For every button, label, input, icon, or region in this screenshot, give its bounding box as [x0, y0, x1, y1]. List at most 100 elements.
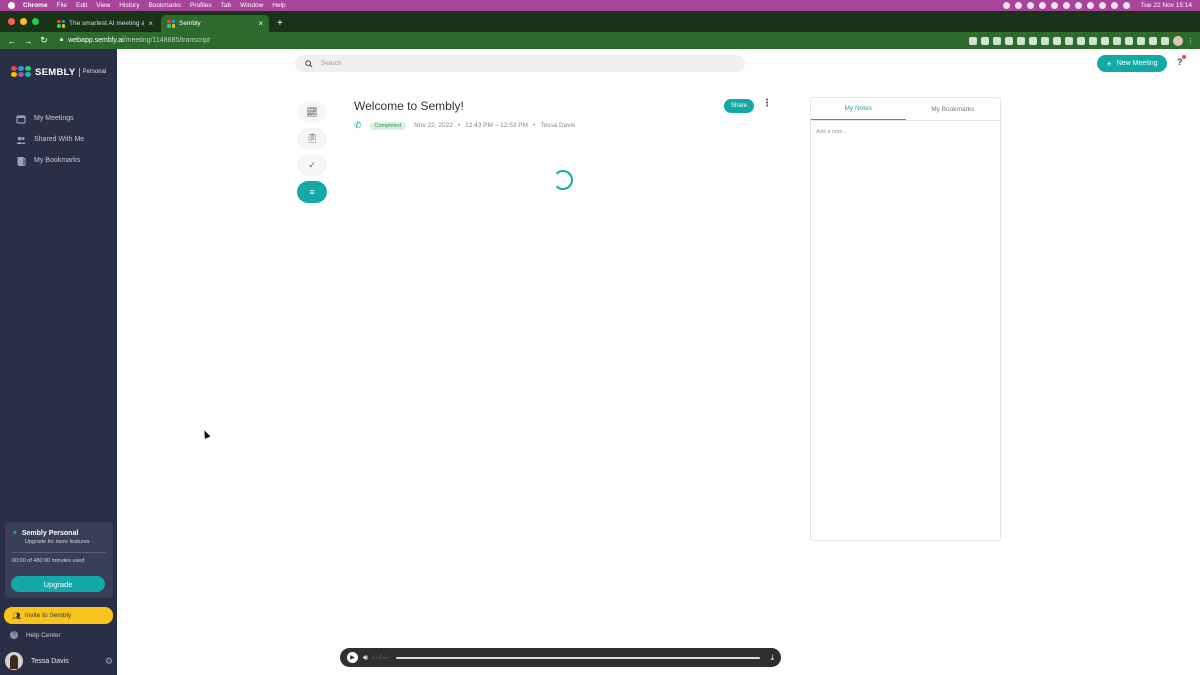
tab-my-notes[interactable]: My Notes — [811, 98, 906, 120]
menu-profiles[interactable]: Profiles — [190, 2, 212, 9]
meeting-time: 12:43 PM – 12:53 PM — [465, 122, 528, 129]
menu-app[interactable]: Chrome — [23, 2, 48, 9]
status-icon[interactable] — [1014, 2, 1022, 9]
plan-title-text: Sembly Personal — [21, 529, 79, 537]
new-meeting-button[interactable]: + New Meeting — [1097, 55, 1167, 72]
extension-icon[interactable] — [1041, 36, 1049, 45]
browser-tab-1[interactable]: The smartest AI meeting assis × — [51, 15, 159, 32]
calendar-icon — [16, 114, 26, 124]
status-icon[interactable] — [1050, 2, 1058, 9]
user-profile[interactable]: Tessa Davis ⚙︎ — [5, 652, 113, 670]
search-input[interactable]: Search — [295, 55, 745, 72]
url-path: /meeting/1148885/transcript — [123, 37, 210, 44]
tab-notes[interactable]: 📋︎ — [297, 127, 327, 150]
menu-window[interactable]: Window — [240, 2, 263, 9]
tab-transcript[interactable]: ≡ — [297, 180, 327, 203]
menu-view[interactable]: View — [96, 2, 110, 9]
status-icon[interactable] — [1038, 2, 1046, 9]
profile-avatar[interactable] — [1173, 35, 1183, 46]
volume-icon[interactable]: 🔊︎ — [363, 653, 368, 663]
sidebar-item-label: Shared With Me — [34, 136, 85, 143]
avatar — [5, 652, 23, 670]
status-icon[interactable] — [1062, 2, 1070, 9]
status-icon[interactable] — [1026, 2, 1034, 9]
more-options-icon[interactable]: ⋮ — [762, 98, 772, 109]
minimize-window-button[interactable] — [20, 18, 27, 25]
sidebar-item-shared-with-me[interactable]: Shared With Me — [16, 129, 84, 150]
sidebar-item-my-meetings[interactable]: My Meetings — [16, 108, 84, 129]
close-tab-icon[interactable]: × — [148, 19, 153, 28]
sidebar-item-my-bookmarks[interactable]: My Bookmarks — [16, 150, 84, 171]
extension-icon[interactable] — [1125, 36, 1133, 45]
control-center-icon[interactable] — [1122, 2, 1130, 9]
close-window-button[interactable] — [8, 18, 15, 25]
progress-track[interactable] — [396, 656, 761, 659]
extension-icon[interactable] — [993, 36, 1001, 45]
sidepanel-icon[interactable] — [1161, 36, 1169, 45]
kebab-menu-icon[interactable]: ⋮ — [1187, 37, 1194, 45]
menu-file[interactable]: File — [57, 2, 67, 9]
extension-icon[interactable] — [1113, 36, 1121, 45]
add-note-input[interactable]: Add a note... — [811, 121, 1000, 143]
help-center-link[interactable]: ? Help Center — [10, 631, 61, 639]
browser-tab-2[interactable]: Sembly × — [161, 15, 269, 32]
macos-menubar: Chrome File Edit View History Bookmarks … — [0, 0, 1200, 11]
star-icon[interactable] — [981, 36, 989, 45]
menu-history[interactable]: History — [119, 2, 139, 9]
brand-plan: Personal — [82, 69, 107, 75]
menubar-clock[interactable]: Tue 22 Nov 15:14 — [1141, 2, 1192, 9]
search-icon[interactable] — [1110, 2, 1118, 9]
forward-arrow-icon[interactable]: → — [22, 36, 34, 46]
bluetooth-icon[interactable] — [1074, 2, 1082, 9]
tab-analytics[interactable]: 📈︎ — [297, 101, 327, 123]
download-icon[interactable]: ⤓ — [770, 653, 774, 663]
tab-my-bookmarks[interactable]: My Bookmarks — [906, 98, 1001, 120]
plan-card: ✦ Sembly Personal Upgrade for more featur… — [5, 522, 113, 598]
help-mark: ? — [1177, 57, 1183, 67]
sembly-logo[interactable]: SEMBLY Personal — [11, 66, 106, 78]
zoom-window-button[interactable] — [32, 18, 39, 25]
transcript-icon: ≡ — [309, 186, 315, 197]
plus-icon: + — [1106, 58, 1112, 69]
menu-bookmarks[interactable]: Bookmarks — [148, 2, 181, 9]
apple-icon[interactable] — [8, 2, 15, 9]
extension-icon[interactable] — [1017, 36, 1025, 45]
tab-title: The smartest AI meeting assis — [69, 20, 145, 27]
logo-dots-icon — [11, 66, 31, 78]
bookmark-icon — [17, 156, 26, 166]
extension-icon[interactable] — [1029, 36, 1037, 45]
status-icon[interactable] — [1002, 2, 1010, 9]
share-button[interactable]: Share — [724, 99, 754, 113]
tab-tasks[interactable]: ✓ — [297, 154, 327, 176]
play-button[interactable]: ▶ — [347, 652, 358, 663]
audio-player: ▶ 🔊︎ -:- / -:- ⤓ — [340, 648, 781, 667]
extension-icon[interactable] — [969, 36, 977, 45]
extension-icon[interactable] — [1089, 36, 1097, 45]
battery-icon[interactable] — [1086, 2, 1094, 9]
menu-help[interactable]: Help — [272, 2, 285, 9]
close-tab-icon[interactable]: × — [258, 19, 263, 28]
extension-icon[interactable] — [1065, 36, 1073, 45]
browser-tabstrip: The smartest AI meeting assis × Sembly ×… — [0, 11, 1200, 32]
invite-button[interactable]: 👥︎ Invite to Sembly — [4, 607, 113, 624]
back-arrow-icon[interactable]: ← — [6, 36, 18, 46]
wifi-icon[interactable] — [1098, 2, 1106, 9]
search-icon — [305, 59, 313, 68]
gear-icon[interactable]: ⚙︎ — [105, 656, 113, 667]
new-tab-icon[interactable]: + — [277, 18, 283, 29]
menu-edit[interactable]: Edit — [76, 2, 87, 9]
extension-icon[interactable] — [1005, 36, 1013, 45]
help-button[interactable]: ? — [1177, 55, 1186, 67]
meeting-view-tabs: 📈︎ 📋︎ ✓ ≡ — [297, 101, 327, 207]
app-sidebar: SEMBLY Personal My Meetings Shared With … — [0, 49, 117, 675]
search-placeholder: Search — [321, 60, 342, 67]
extension-icon[interactable] — [1101, 36, 1109, 45]
upgrade-button[interactable]: Upgrade — [11, 576, 105, 592]
cast-icon[interactable] — [1149, 36, 1157, 45]
extension-icon[interactable] — [1053, 36, 1061, 45]
puzzle-icon[interactable] — [1137, 36, 1145, 45]
menu-tab[interactable]: Tab — [221, 2, 231, 9]
extension-icon[interactable] — [1077, 36, 1085, 45]
address-bar[interactable]: 🔒︎ webapp.sembly.ai/meeting/1148885/tran… — [60, 37, 210, 44]
reload-icon[interactable]: ↻ — [38, 35, 50, 46]
